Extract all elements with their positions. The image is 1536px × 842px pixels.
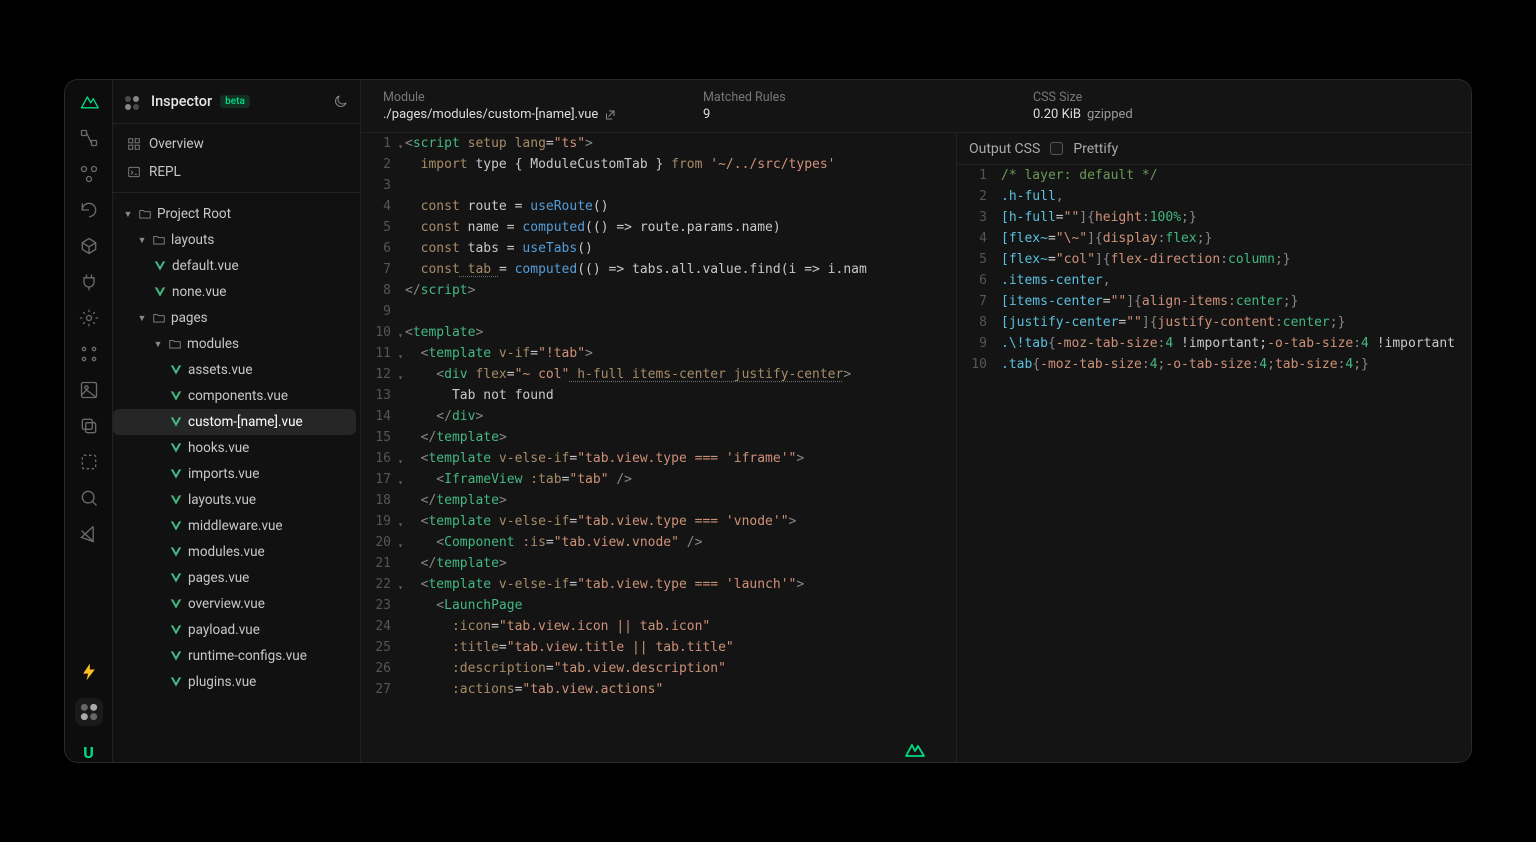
output-code[interactable]: 1/* layer: default */ 2.h-full, 3[h-full…	[957, 165, 1471, 762]
overview-icon	[127, 137, 141, 151]
nuxt-logo-bottom[interactable]	[904, 742, 928, 758]
vue-icon	[169, 623, 183, 637]
folder-icon	[168, 337, 182, 351]
sidebar-header: Inspector beta	[113, 80, 360, 124]
vue-icon	[169, 493, 183, 507]
sidebar: Inspector beta Overview REPL ▼Project Ro…	[113, 80, 361, 762]
tree-file-assets[interactable]: assets.vue	[113, 357, 356, 383]
file-tree: ▼Project Root ▼layouts default.vue none.…	[113, 193, 360, 703]
vue-icon	[169, 545, 183, 559]
tab-overview-label: Overview	[149, 136, 204, 152]
tree-modules[interactable]: ▼modules	[113, 331, 356, 357]
inspector-icon	[125, 96, 143, 108]
icon-rail: U	[65, 80, 113, 762]
tree-file-default[interactable]: default.vue	[113, 253, 356, 279]
folder-icon	[152, 311, 166, 325]
moon-icon[interactable]	[332, 94, 348, 110]
tree-file-modules[interactable]: modules.vue	[113, 539, 356, 565]
dashed-icon[interactable]	[79, 452, 99, 472]
main-panel: Module ./pages/modules/custom-[name].vue…	[361, 80, 1471, 762]
vue-icon	[169, 389, 183, 403]
nuxt-logo-icon[interactable]	[79, 92, 99, 112]
vue-icon	[169, 597, 183, 611]
folder-icon	[152, 233, 166, 247]
tab-repl[interactable]: REPL	[113, 158, 360, 186]
cube-icon[interactable]	[79, 236, 99, 256]
module-label: Module	[383, 90, 703, 105]
vue-icon	[169, 363, 183, 377]
lightning-icon[interactable]	[79, 662, 99, 682]
tree-file-middleware[interactable]: middleware.vue	[113, 513, 356, 539]
refresh-icon[interactable]	[79, 200, 99, 220]
tree-pages[interactable]: ▼pages	[113, 305, 356, 331]
sidebar-nav: Overview REPL	[113, 124, 360, 193]
app-window: U Inspector beta Overview REPL ▼Project …	[64, 79, 1472, 763]
tree-file-hooks[interactable]: hooks.vue	[113, 435, 356, 461]
tree-file-imports[interactable]: imports.vue	[113, 461, 356, 487]
tree-icon[interactable]	[79, 128, 99, 148]
matched-label: Matched Rules	[703, 90, 1033, 105]
vue-icon	[169, 519, 183, 533]
prettify-checkbox[interactable]	[1050, 142, 1063, 155]
tab-repl-label: REPL	[149, 164, 181, 180]
tree-file-payload[interactable]: payload.vue	[113, 617, 356, 643]
prettify-label: Prettify	[1073, 141, 1118, 157]
tree-file-none[interactable]: none.vue	[113, 279, 356, 305]
vue-icon	[169, 649, 183, 663]
vue-icon	[169, 467, 183, 481]
panes: 1▾<script setup lang="ts"> 2 import type…	[361, 133, 1471, 762]
module-value: ./pages/modules/custom-[name].vue	[383, 107, 703, 122]
image-icon[interactable]	[79, 380, 99, 400]
module-info-bar: Module ./pages/modules/custom-[name].vue…	[361, 80, 1471, 133]
tree-file-components[interactable]: components.vue	[113, 383, 356, 409]
tree-file-overview[interactable]: overview.vue	[113, 591, 356, 617]
vue-icon	[169, 675, 183, 689]
tree-layouts[interactable]: ▼layouts	[113, 227, 356, 253]
inspector-rail-icon[interactable]	[75, 698, 103, 726]
vue-icon	[153, 285, 167, 299]
vue-icon	[153, 259, 167, 273]
output-title: Output CSS	[969, 141, 1040, 157]
vue-icon	[169, 571, 183, 585]
copy-icon[interactable]	[79, 416, 99, 436]
gear-icon[interactable]	[79, 308, 99, 328]
css-size-value: 0.20 KiB gzipped	[1033, 107, 1133, 122]
beta-badge: beta	[220, 95, 250, 108]
grid-icon[interactable]	[79, 344, 99, 364]
tree-file-custom-name[interactable]: custom-[name].vue	[113, 409, 356, 435]
inspector-title: Inspector	[151, 93, 212, 110]
vue-icon	[169, 415, 183, 429]
tree-root[interactable]: ▼Project Root	[113, 201, 356, 227]
tab-overview[interactable]: Overview	[113, 130, 360, 158]
source-code[interactable]: 1▾<script setup lang="ts"> 2 import type…	[361, 133, 956, 762]
plug-icon[interactable]	[79, 272, 99, 292]
external-link-icon[interactable]	[604, 109, 616, 121]
output-panel: Output CSS Prettify 1/* layer: default *…	[956, 133, 1471, 762]
search-icon[interactable]	[79, 488, 99, 508]
css-size-label: CSS Size	[1033, 90, 1133, 105]
tree-file-layouts[interactable]: layouts.vue	[113, 487, 356, 513]
vscode-icon[interactable]	[79, 524, 99, 544]
tree-file-runtime[interactable]: runtime-configs.vue	[113, 643, 356, 669]
uno-icon[interactable]: U	[79, 742, 99, 762]
folder-icon	[138, 207, 152, 221]
repl-icon	[127, 165, 141, 179]
matched-value: 9	[703, 107, 1033, 122]
output-header: Output CSS Prettify	[957, 133, 1471, 165]
tree-file-plugins[interactable]: plugins.vue	[113, 669, 356, 695]
vue-icon	[169, 441, 183, 455]
tree-file-pages[interactable]: pages.vue	[113, 565, 356, 591]
modules-icon[interactable]	[79, 164, 99, 184]
